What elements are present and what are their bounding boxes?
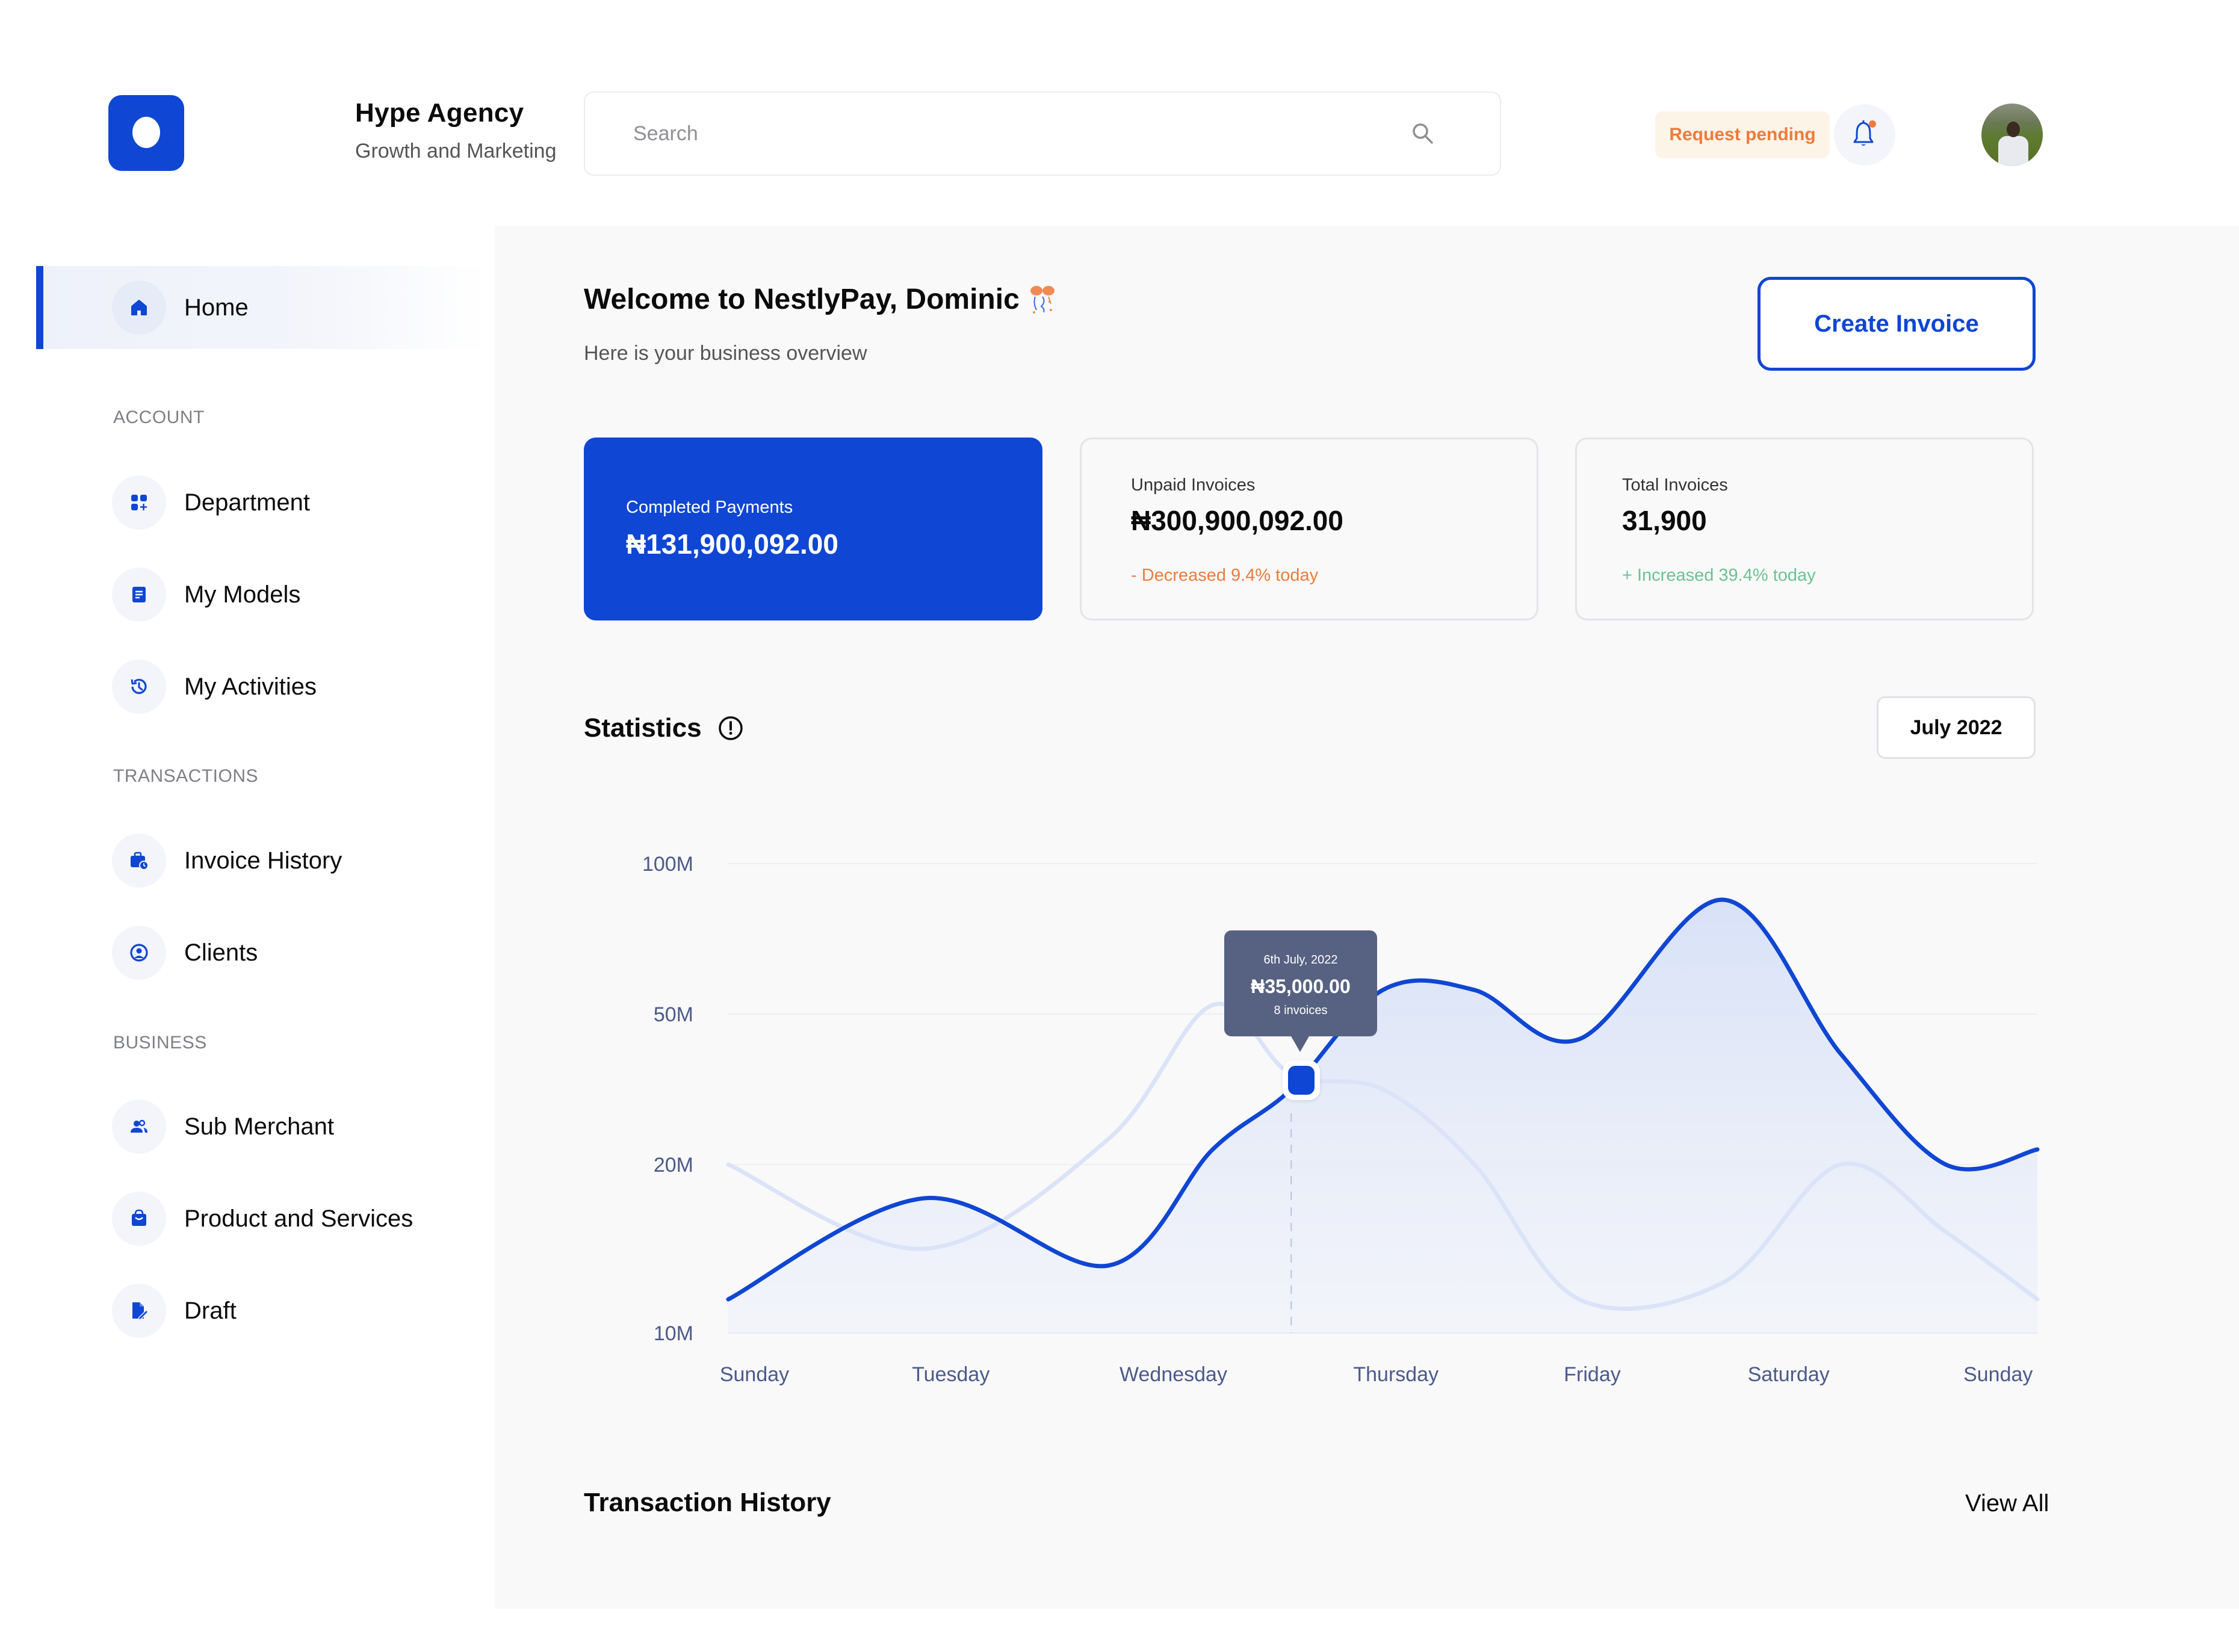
notification-dot — [1869, 120, 1876, 128]
month-selector[interactable]: July 2022 — [1877, 696, 2036, 759]
sidebar-item-product-and-services[interactable]: Product and Services — [112, 1192, 413, 1246]
sidebar-item-home-content[interactable]: Home — [112, 280, 249, 335]
sidebar-item-invoice-history[interactable]: Invoice History — [112, 834, 342, 888]
x-tick-label: Thursday — [1353, 1363, 1438, 1386]
transaction-history-title: Transaction History — [584, 1488, 831, 1517]
bell-icon — [1851, 119, 1878, 151]
sidebar-item-clients[interactable]: Clients — [112, 926, 258, 980]
tooltip-value: ₦35,000.00 — [1251, 976, 1351, 997]
sidebar-item-label: My Activities — [184, 673, 317, 700]
party-popper-icon — [1028, 285, 1057, 315]
brand: Hype Agency Growth and Marketing — [108, 95, 557, 171]
card-value: 31,900 — [1622, 505, 1707, 536]
x-tick-label: Sunday — [720, 1363, 789, 1386]
sidebar-item-label: Clients — [184, 939, 258, 966]
y-tick-label: 100M — [642, 853, 693, 876]
y-tick-label: 50M — [654, 1003, 693, 1026]
users-icon — [112, 1100, 166, 1154]
card-delta-decrease: - Decreased 9.4% today — [1131, 566, 1319, 585]
tooltip-count: 8 invoices — [1274, 1004, 1328, 1017]
y-tick-label: 20M — [654, 1154, 693, 1177]
circle-logo-icon — [108, 95, 184, 171]
sidebar-item-label: Home — [184, 294, 249, 321]
section-business: BUSINESS — [113, 1033, 207, 1053]
chart-highlight-marker[interactable] — [1283, 1060, 1320, 1100]
sidebar-item-label: Draft — [184, 1297, 237, 1324]
y-tick-label: 10M — [654, 1322, 693, 1345]
search-icon[interactable] — [1411, 122, 1435, 146]
info-circle-icon[interactable] — [717, 715, 744, 741]
sidebar-item-sub-merchant[interactable]: Sub Merchant — [112, 1100, 334, 1154]
completed-payments-card[interactable]: Completed Payments ₦131,900,092.00 — [584, 438, 1042, 620]
user-avatar[interactable] — [1981, 104, 2043, 166]
create-invoice-button[interactable]: Create Invoice — [1757, 277, 2036, 371]
card-value: ₦131,900,092.00 — [626, 528, 838, 560]
overview-subtitle: Here is your business overview — [584, 342, 867, 365]
card-label: Completed Payments — [626, 498, 793, 517]
card-label: Total Invoices — [1622, 475, 1728, 495]
x-tick-label: Saturday — [1748, 1363, 1830, 1386]
sidebar-item-label: My Models — [184, 581, 301, 608]
sidebar-item-draft[interactable]: Draft — [112, 1284, 237, 1338]
unpaid-invoices-card[interactable]: Unpaid Invoices ₦300,900,092.00 - Decrea… — [1080, 438, 1538, 620]
x-tick-label: Friday — [1564, 1363, 1620, 1386]
grid-plus-icon — [112, 475, 166, 530]
sidebar-item-label: Product and Services — [184, 1205, 413, 1232]
brand-subtitle: Growth and Marketing — [355, 140, 557, 162]
sidebar-item-label: Sub Merchant — [184, 1113, 335, 1140]
search-input[interactable] — [633, 122, 1399, 146]
statistics-chart: 10M 20M 50M 100M Sunday Tuesday Wednesday Thurs… — [626, 831, 2070, 1408]
x-tick-label: Sunday — [1963, 1363, 2033, 1386]
brand-name: Hype Agency — [355, 98, 524, 128]
chart-tooltip: 6th July, 2022 ₦35,000.00 8 invoices — [1224, 930, 1377, 1052]
statistics-title-text: Statistics — [584, 713, 702, 743]
shopping-bag-icon — [112, 1192, 166, 1246]
welcome-text: Welcome to NestlyPay, Dominic — [584, 283, 1020, 315]
card-value: ₦300,900,092.00 — [1131, 505, 1343, 536]
section-account: ACCOUNT — [113, 407, 205, 427]
file-edit-icon — [112, 1284, 166, 1338]
sidebar-item-home[interactable] — [36, 266, 488, 349]
sidebar-item-department[interactable]: Department — [112, 475, 310, 530]
section-transactions: TRANSACTIONS — [113, 766, 259, 786]
x-tick-label: Tuesday — [912, 1363, 989, 1386]
request-pending-badge[interactable]: Request pending — [1655, 111, 1830, 158]
view-all-link[interactable]: View All — [1965, 1490, 2049, 1517]
chart-svg: 10M 20M 50M 100M Sunday Tuesday Wednesday Thurs… — [642, 853, 2040, 1386]
tooltip-date: 6th July, 2022 — [1263, 953, 1338, 967]
briefcase-clock-icon — [112, 834, 166, 888]
notifications-button[interactable] — [1834, 104, 1895, 166]
sidebar-item-label: Invoice History — [184, 847, 342, 874]
sidebar-item-label: Department — [184, 489, 310, 516]
statistics-title: Statistics — [584, 713, 744, 743]
x-tick-label: Wednesday — [1120, 1363, 1227, 1386]
search-bar[interactable] — [584, 91, 1501, 176]
history-clock-icon — [112, 660, 166, 714]
card-label: Unpaid Invoices — [1131, 475, 1256, 495]
welcome-heading: Welcome to NestlyPay, Dominic — [584, 283, 1057, 316]
document-icon — [112, 568, 166, 622]
user-circle-icon — [112, 926, 166, 980]
total-invoices-card[interactable]: Total Invoices 31,900 + Increased 39.4% … — [1575, 438, 2034, 620]
home-icon — [112, 280, 166, 335]
sidebar-item-my-activities[interactable]: My Activities — [112, 660, 317, 714]
sidebar-item-my-models[interactable]: My Models — [112, 568, 300, 622]
primary-area-fill — [728, 899, 2037, 1333]
card-delta-increase: + Increased 39.4% today — [1622, 566, 1816, 585]
